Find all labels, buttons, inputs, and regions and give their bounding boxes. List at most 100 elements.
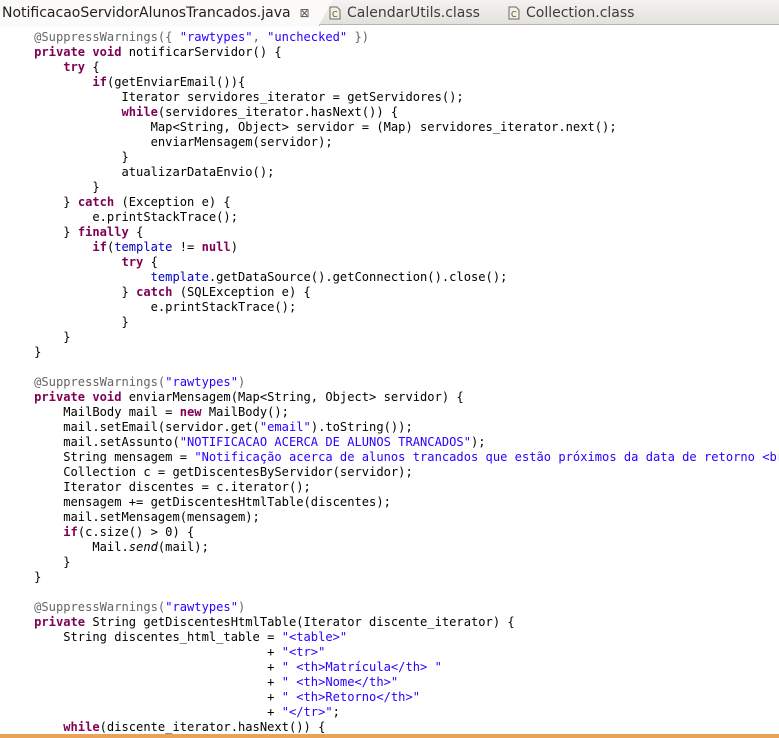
code-line: } catch (Exception e) { [5, 195, 779, 210]
code-token: "</tr>" [281, 705, 333, 719]
code-line: + " <th>Nome</th>" [5, 675, 779, 690]
code-line: Mail.send(mail); [5, 540, 779, 555]
code-token: mail.setAssunto( [5, 435, 180, 449]
code-line: if(template != null) [5, 240, 779, 255]
code-token: mail.setEmail(servidor.get( [5, 420, 260, 434]
code-token: mail.setMensagem(mensagem); [5, 510, 260, 524]
code-line: mail.setMensagem(mensagem); [5, 510, 779, 525]
code-token: " <th>Nome</th>" [281, 675, 399, 689]
code-line: atualizarDataEnvio(); [5, 165, 779, 180]
code-token: (SQLException e) { [179, 285, 311, 299]
tab-notificacao-servidor[interactable]: NotificacaoServidorAlunosTrancados.java … [0, 0, 333, 26]
tab-label: Collection.class [526, 4, 635, 21]
close-icon[interactable]: ⊠ [299, 6, 311, 20]
code-token: + [5, 705, 282, 719]
code-token: (c.size() > 0) { [77, 525, 195, 539]
code-line: } [5, 315, 779, 330]
code-token: MailBody(); [208, 405, 289, 419]
code-token: ) [238, 375, 246, 389]
svg-text:C: C [332, 10, 338, 19]
code-token: Collection c = getDiscentesByServidor(se… [5, 465, 413, 479]
code-line: + "</tr>"; [5, 705, 779, 720]
code-token: } [5, 315, 129, 329]
code-token: MailBody mail = [5, 405, 180, 419]
code-token: while [5, 720, 100, 734]
code-token: private void [5, 390, 129, 404]
code-line: enviarMensagem(servidor); [5, 135, 779, 150]
code-token: atualizarDataEnvio(); [5, 165, 275, 179]
code-line: try { [5, 60, 779, 75]
code-line: while(discente_iterator.hasNext()) { [5, 720, 779, 734]
code-line: @SuppressWarnings("rawtypes") [5, 600, 779, 615]
code-token: enviarMensagem(servidor); [5, 135, 333, 149]
code-token: Iterator servidores_iterator = getServid… [5, 90, 464, 104]
code-line: String mensagem = "Notificação acerca de… [5, 450, 779, 465]
code-token: private void [5, 45, 129, 59]
source-code[interactable]: @SuppressWarnings({ "rawtypes", "uncheck… [5, 30, 779, 734]
code-line: String discentes_html_table = "<table>" [5, 630, 779, 645]
code-token: "<table>" [281, 630, 348, 644]
tab-calendar-utils[interactable]: C CalendarUtils.class [328, 0, 480, 25]
code-token: (servidores_iterator.hasNext()) { [157, 105, 399, 119]
code-token: Mail. [5, 540, 129, 554]
code-token: (Exception e) { [121, 195, 231, 209]
code-token: e.printStackTrace(); [5, 210, 238, 224]
editor-bottom-border [0, 734, 779, 738]
editor-tab-bar: NotificacaoServidorAlunosTrancados.java … [0, 0, 779, 26]
code-token: (mail); [157, 540, 209, 554]
code-line: template.getDataSource().getConnection()… [5, 270, 779, 285]
code-line: } finally { [5, 225, 779, 240]
code-line: e.printStackTrace(); [5, 210, 779, 225]
code-token: mensagem += getDiscentesHtmlTable(discen… [5, 495, 391, 509]
class-file-icon: C [507, 6, 521, 20]
code-line: try { [5, 255, 779, 270]
code-editor[interactable]: @SuppressWarnings({ "rawtypes", "uncheck… [0, 26, 779, 734]
code-token: (discente_iterator.hasNext()) { [99, 720, 326, 734]
code-line: @SuppressWarnings({ "rawtypes", "uncheck… [5, 30, 779, 45]
code-line: + " <th>Retorno</th>" [5, 690, 779, 705]
code-token: "unchecked" [267, 30, 348, 44]
code-token: } [5, 195, 78, 209]
code-token: + [5, 675, 282, 689]
code-token: " <th>Retorno</th>" [281, 690, 421, 704]
code-token: e.printStackTrace(); [5, 300, 297, 314]
code-token: private [5, 615, 93, 629]
code-line: mail.setAssunto("NOTIFICACAO ACERCA DE A… [5, 435, 779, 450]
code-line: while(servidores_iterator.hasNext()) { [5, 105, 779, 120]
code-line: private void enviarMensagem(Map<String, … [5, 390, 779, 405]
code-token: } [5, 150, 129, 164]
code-token: @SuppressWarnings( [5, 375, 166, 389]
code-line: mensagem += getDiscentesHtmlTable(discen… [5, 495, 779, 510]
code-token: "rawtypes" [165, 600, 238, 614]
code-token: ) [238, 600, 246, 614]
code-token: , [252, 30, 268, 44]
code-line: } [5, 150, 779, 165]
code-line: } [5, 555, 779, 570]
code-line: private String getDiscentesHtmlTable(Ite… [5, 615, 779, 630]
code-token: } [5, 570, 42, 584]
svg-text:C: C [511, 10, 517, 19]
code-token: } [5, 285, 137, 299]
code-token: String mensagem = [5, 450, 195, 464]
code-token: "rawtypes" [165, 375, 238, 389]
code-token: try [5, 60, 93, 74]
code-token: template [5, 270, 209, 284]
code-line: @SuppressWarnings("rawtypes") [5, 375, 779, 390]
code-token: } [5, 555, 71, 569]
code-line: } [5, 570, 779, 585]
code-token: ); [471, 435, 486, 449]
code-token: .getDataSource().getConnection().close()… [208, 270, 508, 284]
code-line: if(getEnviarEmail()){ [5, 75, 779, 90]
code-token: } [5, 330, 71, 344]
code-token: } [5, 180, 100, 194]
code-line: } [5, 180, 779, 195]
code-token: "<tr>" [281, 645, 326, 659]
code-token: finally [77, 225, 137, 239]
code-line: Iterator discentes = c.iterator(); [5, 480, 779, 495]
code-token: new [179, 405, 209, 419]
code-token: if [5, 75, 107, 89]
code-token: "email" [259, 420, 311, 434]
tab-collection[interactable]: C Collection.class [507, 0, 634, 25]
code-token: notificarServidor() { [128, 45, 282, 59]
